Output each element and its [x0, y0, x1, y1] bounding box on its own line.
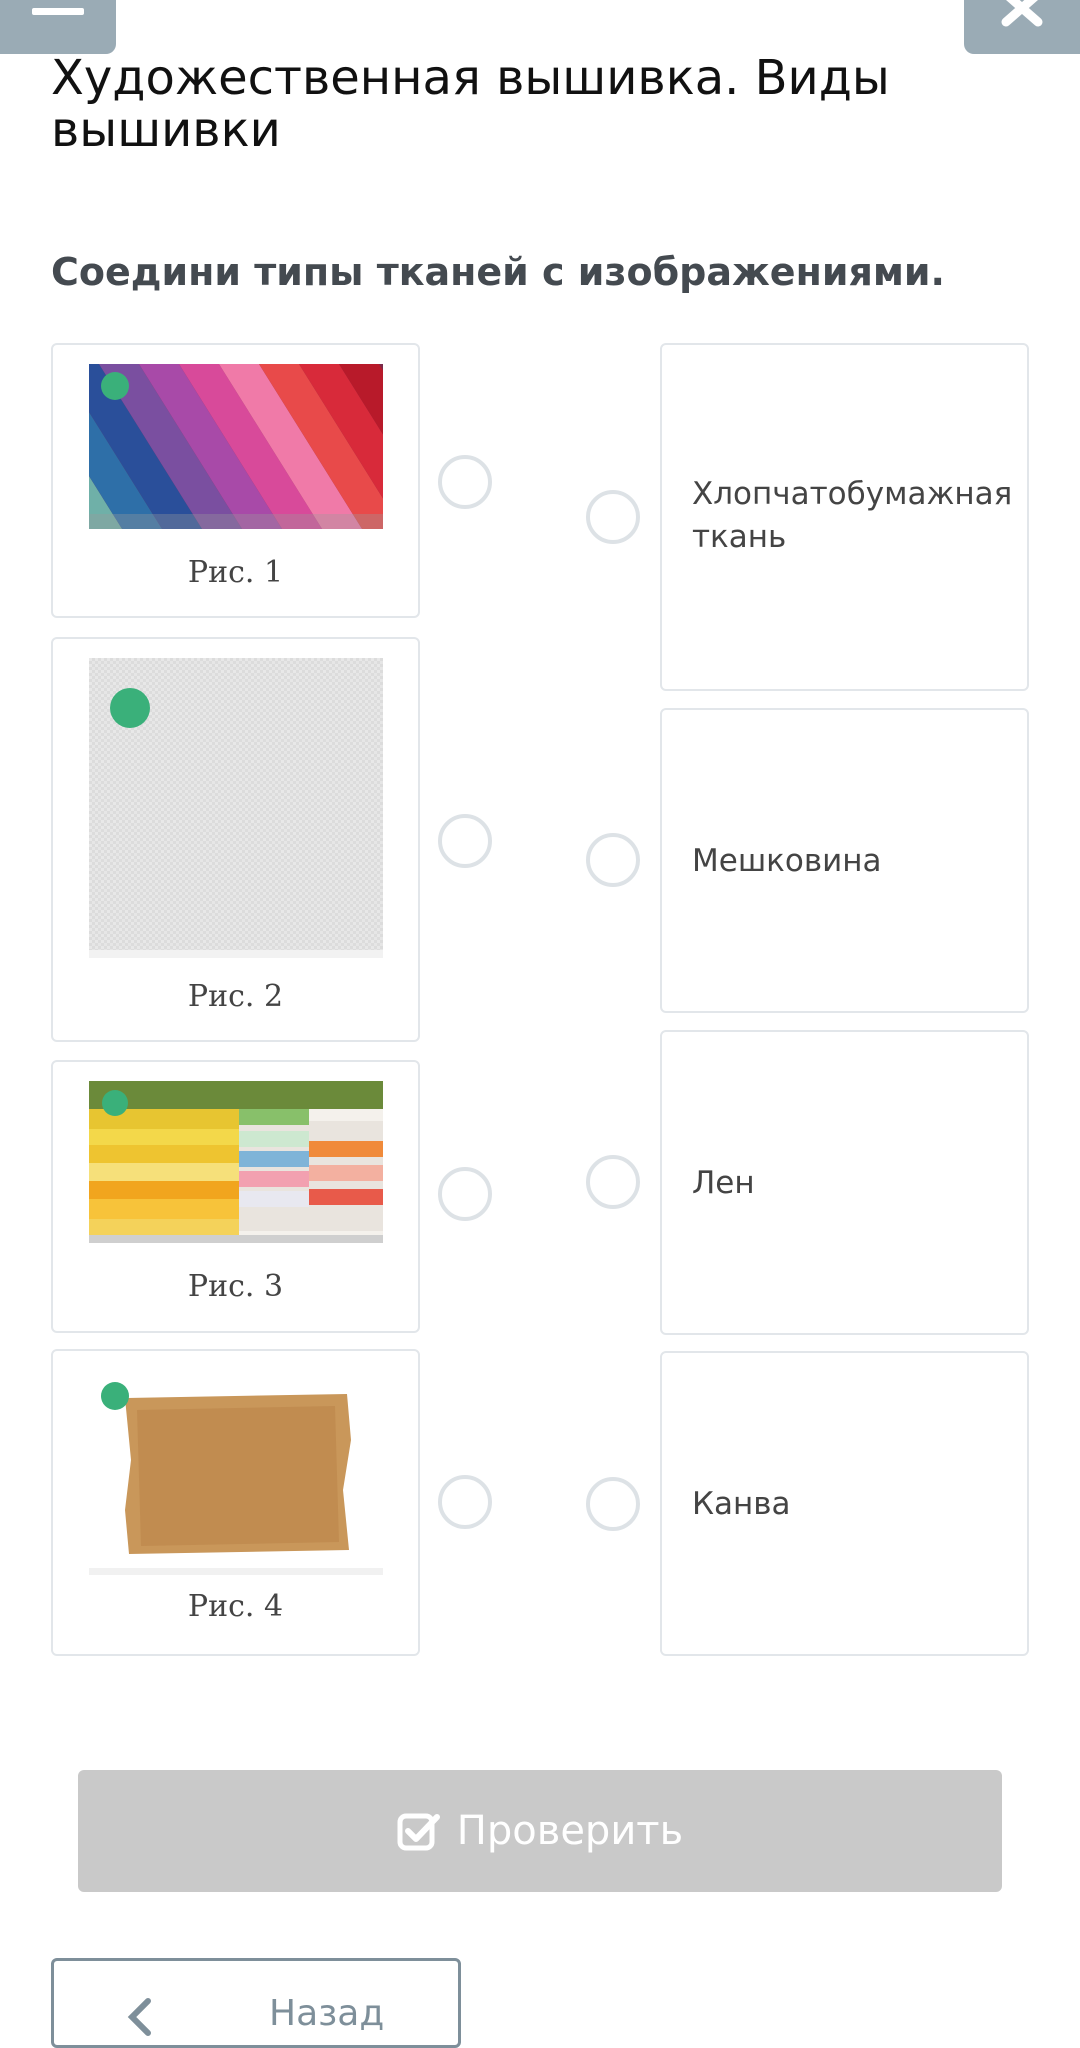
logo-badge — [102, 1090, 128, 1116]
image-card-3[interactable]: Рис. 3 — [51, 1060, 420, 1333]
fabric-image-4 — [89, 1370, 383, 1575]
logo-badge — [101, 372, 129, 400]
image-caption: Рис. 3 — [187, 1269, 284, 1304]
option-label: Мешковина — [692, 843, 882, 879]
image-caption: Рис. 4 — [187, 1589, 284, 1624]
close-button[interactable] — [964, 0, 1080, 54]
right-match-radio-3[interactable] — [586, 1155, 640, 1209]
back-button[interactable]: Назад — [51, 1958, 461, 2048]
fabric-image-2 — [89, 658, 383, 958]
right-match-radio-1[interactable] — [586, 490, 640, 544]
image-caption: Рис. 2 — [187, 979, 284, 1014]
chevron-left-icon — [127, 1998, 151, 2036]
logo-badge — [110, 688, 150, 728]
menu-button[interactable] — [0, 0, 116, 54]
lesson-title: Художественная вышивка. Виды вышивки — [51, 50, 890, 158]
option-card-1[interactable]: Хлопчатобумажная ткань — [660, 343, 1029, 691]
fabric-image-1 — [89, 364, 383, 529]
option-label: Лен — [692, 1165, 755, 1201]
right-match-radio-2[interactable] — [586, 833, 640, 887]
close-icon — [1001, 0, 1043, 27]
option-label: Канва — [692, 1486, 791, 1522]
image-card-2[interactable]: Рис. 2 — [51, 637, 420, 1042]
logo-badge — [101, 1382, 129, 1410]
check-button-label: Проверить — [456, 1808, 684, 1854]
task-instruction: Соедини типы тканей с изображениями. — [51, 250, 945, 294]
fabric-image-3 — [89, 1081, 383, 1243]
minus-icon — [32, 8, 84, 15]
check-button[interactable]: Проверить — [78, 1770, 1002, 1892]
right-match-radio-4[interactable] — [586, 1477, 640, 1531]
checkbox-check-icon — [397, 1813, 440, 1851]
option-label: Хлопчатобумажная ткань — [692, 476, 1013, 555]
option-card-3[interactable]: Лен — [660, 1030, 1029, 1335]
left-match-radio-4[interactable] — [438, 1475, 492, 1529]
image-card-4[interactable]: Рис. 4 — [51, 1349, 420, 1656]
left-match-radio-2[interactable] — [438, 814, 492, 868]
image-card-1[interactable]: Рис. 1 — [51, 343, 420, 618]
option-card-4[interactable]: Канва — [660, 1351, 1029, 1656]
option-card-2[interactable]: Мешковина — [660, 708, 1029, 1013]
left-match-radio-1[interactable] — [438, 455, 492, 509]
image-caption: Рис. 1 — [187, 555, 284, 590]
back-button-label: Назад — [269, 1993, 385, 2034]
left-match-radio-3[interactable] — [438, 1167, 492, 1221]
